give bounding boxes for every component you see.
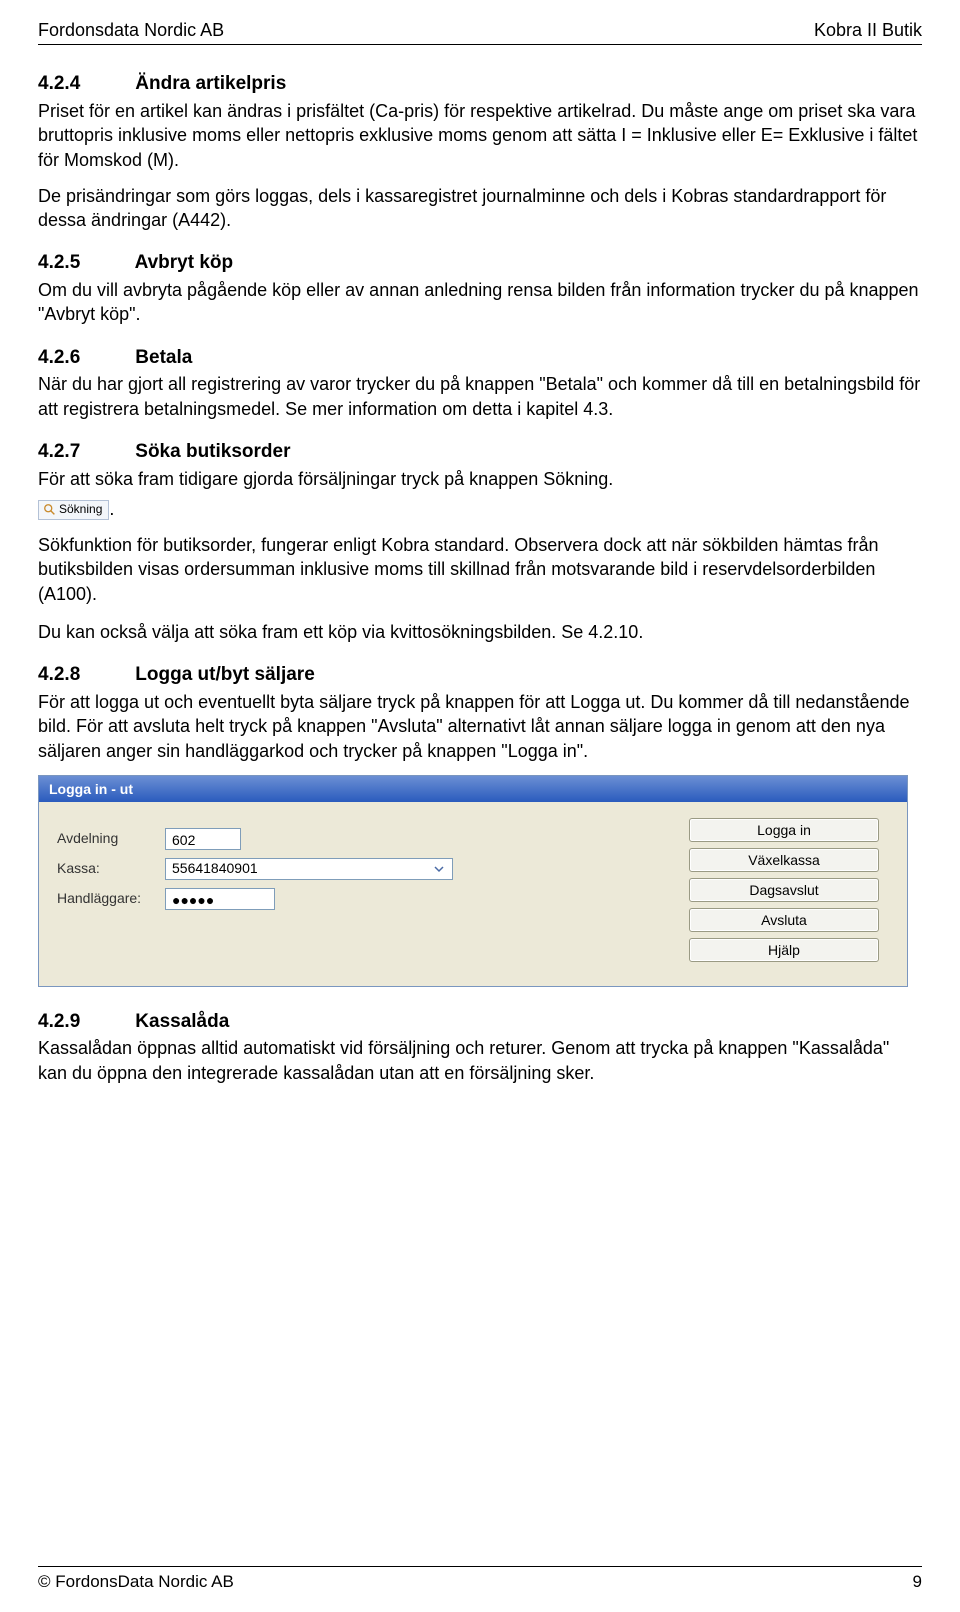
dagsavslut-button[interactable]: Dagsavslut: [689, 878, 879, 902]
avsluta-button[interactable]: Avsluta: [689, 908, 879, 932]
avdelning-field[interactable]: 602: [165, 828, 241, 850]
avdelning-row: Avdelning 602: [57, 828, 689, 850]
section-number: 4.2.5: [38, 250, 130, 276]
handlaggare-row: Handläggare: ●●●●●: [57, 888, 689, 910]
section-number: 4.2.8: [38, 662, 130, 688]
section-title: Logga ut/byt säljare: [135, 664, 314, 685]
header-left: Fordonsdata Nordic AB: [38, 18, 224, 42]
section-title: Kassalåda: [135, 1011, 229, 1032]
kassa-row: Kassa: 55641840901: [57, 858, 689, 880]
section-title: Söka butiksorder: [135, 441, 290, 462]
section-4-2-8-p1: För att logga ut och eventuellt byta säl…: [38, 690, 922, 763]
footer-page-number: 9: [913, 1571, 922, 1594]
section-4-2-5-p1: Om du vill avbryta pågående köp eller av…: [38, 278, 922, 327]
section-4-2-8-heading: 4.2.8 Logga ut/byt säljare: [38, 662, 922, 688]
handlaggare-label: Handläggare:: [57, 889, 165, 908]
search-button[interactable]: Sökning: [38, 500, 109, 520]
section-4-2-9-heading: 4.2.9 Kassalåda: [38, 1009, 922, 1035]
kassa-label: Kassa:: [57, 859, 165, 878]
section-4-2-6-heading: 4.2.6 Betala: [38, 345, 922, 371]
section-4-2-6-p1: När du har gjort all registrering av var…: [38, 372, 922, 421]
login-button[interactable]: Logga in: [689, 818, 879, 842]
page-header: Fordonsdata Nordic AB Kobra II Butik: [38, 18, 922, 45]
section-4-2-4-p2: De prisändringar som görs loggas, dels i…: [38, 184, 922, 233]
section-4-2-7-p2: Sökfunktion för butiksorder, fungerar en…: [38, 533, 922, 606]
section-title: Betala: [135, 347, 192, 368]
section-number: 4.2.6: [38, 345, 130, 371]
section-4-2-4-heading: 4.2.4 Ändra artikelpris: [38, 71, 922, 97]
section-4-2-7-p1: För att söka fram tidigare gjorda försäl…: [38, 467, 922, 491]
section-number: 4.2.9: [38, 1009, 130, 1035]
avdelning-label: Avdelning: [57, 829, 165, 848]
handlaggare-field[interactable]: ●●●●●: [165, 888, 275, 910]
chevron-down-icon: [432, 862, 446, 876]
vaxelkassa-button[interactable]: Växelkassa: [689, 848, 879, 872]
search-button-label: Sökning: [59, 502, 102, 516]
section-4-2-7-heading: 4.2.7 Söka butiksorder: [38, 439, 922, 465]
section-title: Avbryt köp: [135, 252, 234, 273]
section-4-2-5-heading: 4.2.5 Avbryt köp: [38, 250, 922, 276]
section-title: Ändra artikelpris: [135, 73, 286, 94]
footer-copyright: © FordonsData Nordic AB: [38, 1571, 234, 1594]
magnifier-icon: [43, 503, 57, 517]
section-4-2-9-p1: Kassalådan öppnas alltid automatiskt vid…: [38, 1036, 922, 1085]
kassa-value: 55641840901: [172, 859, 258, 878]
section-4-2-4-p1: Priset för en artikel kan ändras i prisf…: [38, 99, 922, 172]
header-right: Kobra II Butik: [814, 18, 922, 42]
search-button-row: Sökning .: [38, 497, 922, 521]
section-number: 4.2.7: [38, 439, 130, 465]
section-number: 4.2.4: [38, 71, 130, 97]
login-dialog-titlebar: Logga in - ut: [39, 776, 907, 802]
hjalp-button[interactable]: Hjälp: [689, 938, 879, 962]
page-footer: © FordonsData Nordic AB 9: [38, 1566, 922, 1594]
login-dialog: Logga in - ut Avdelning 602 Kassa: 55641…: [38, 775, 908, 987]
section-4-2-7-p3: Du kan också välja att söka fram ett köp…: [38, 620, 922, 644]
kassa-select[interactable]: 55641840901: [165, 858, 453, 880]
